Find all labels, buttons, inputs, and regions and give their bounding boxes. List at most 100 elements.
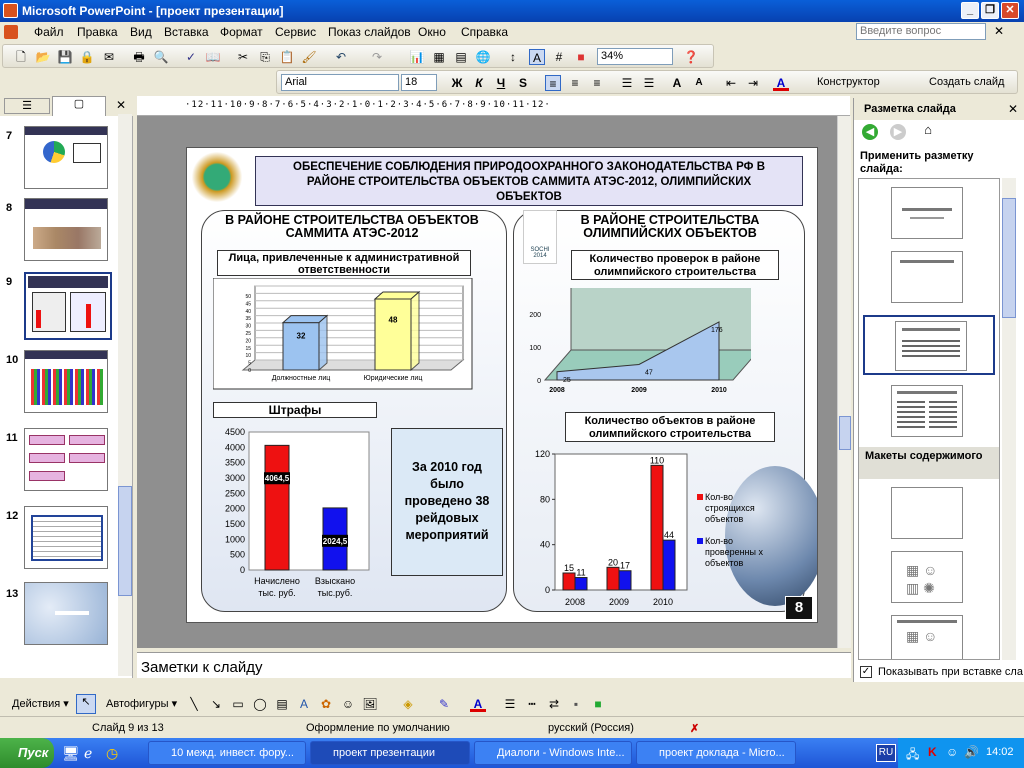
- 3d-style-icon[interactable]: ■: [590, 696, 606, 712]
- email-icon[interactable]: ✉: [101, 49, 117, 65]
- layout-scrollbar[interactable]: [1002, 178, 1016, 660]
- notes-pane[interactable]: Заметки к слайду: [137, 652, 851, 678]
- increase-indent-icon[interactable]: ⇥: [745, 75, 761, 91]
- menu-view[interactable]: Вид: [130, 25, 152, 39]
- dash-style-icon[interactable]: ┅: [524, 696, 540, 712]
- layout-title-content[interactable]: ▦ ☺: [891, 615, 963, 659]
- autoshapes-menu[interactable]: Автофигуры ▾: [106, 697, 177, 710]
- minimize-button[interactable]: _: [961, 2, 979, 19]
- slide-thumbnail[interactable]: [24, 506, 108, 569]
- language-indicator[interactable]: RU: [876, 744, 896, 762]
- textbox-icon[interactable]: ▤: [274, 696, 290, 712]
- forward-icon[interactable]: ▶: [890, 124, 906, 140]
- designer-button[interactable]: Конструктор: [817, 76, 880, 88]
- arrow-icon[interactable]: ↘: [208, 696, 224, 712]
- powerpoint-app-icon[interactable]: [3, 3, 18, 18]
- clipart-icon[interactable]: ☺: [340, 696, 356, 712]
- align-right-icon[interactable]: ≡: [589, 75, 605, 91]
- wordart-icon[interactable]: A: [296, 696, 312, 712]
- align-left-icon[interactable]: ≡: [545, 75, 561, 91]
- messenger-icon[interactable]: ☺: [946, 745, 958, 759]
- increase-font-icon[interactable]: A: [669, 75, 685, 91]
- select-objects-icon[interactable]: ↖: [76, 694, 96, 714]
- network-icon[interactable]: 🖧: [906, 745, 919, 766]
- cut-icon[interactable]: ✂: [235, 49, 251, 65]
- font-size-select[interactable]: 18: [401, 74, 437, 91]
- font-color-icon[interactable]: A: [773, 75, 789, 91]
- line-color-icon[interactable]: ✎: [436, 696, 452, 712]
- slides-tab[interactable]: ▢: [52, 96, 106, 116]
- fill-color-icon[interactable]: ◈: [400, 696, 416, 712]
- slide-thumbnail[interactable]: [24, 350, 108, 413]
- line-style-icon[interactable]: ☰: [502, 696, 518, 712]
- desktop-icon[interactable]: 🖥: [62, 745, 80, 762]
- outline-tab[interactable]: ☰: [4, 98, 50, 114]
- layout-two-column[interactable]: [891, 385, 963, 437]
- task-pane-close[interactable]: ✕: [1008, 102, 1018, 116]
- clock-app-icon[interactable]: ◷: [106, 745, 118, 762]
- shadow-button[interactable]: S: [515, 75, 531, 91]
- layout-title-and-text-selected[interactable]: [863, 315, 995, 375]
- bullets-icon[interactable]: ☰: [641, 75, 657, 91]
- research-icon[interactable]: 📖: [205, 49, 221, 65]
- insert-chart-icon[interactable]: 📊: [409, 49, 425, 65]
- close-window-button[interactable]: ✕: [1001, 2, 1019, 19]
- task-word-doc[interactable]: проект доклада - Micro...: [636, 741, 796, 765]
- color-grayscale-icon[interactable]: ■: [573, 49, 589, 65]
- slide-thumbnail[interactable]: [24, 428, 108, 491]
- close-pane-icon[interactable]: ✕: [116, 98, 126, 112]
- new-slide-button[interactable]: Создать слайд: [929, 76, 1004, 88]
- layout-blank[interactable]: [891, 487, 963, 539]
- show-on-insert-checkbox[interactable]: ✓: [860, 666, 872, 678]
- undo-icon[interactable]: ↶: [333, 49, 349, 65]
- save-icon[interactable]: 💾: [57, 49, 73, 65]
- insert-table-icon[interactable]: ▦: [431, 49, 447, 65]
- font-select[interactable]: Arial: [281, 74, 399, 91]
- ask-question-input[interactable]: Введите вопрос: [856, 23, 986, 40]
- align-center-icon[interactable]: ≡: [567, 75, 583, 91]
- spelling-icon[interactable]: ✓: [183, 49, 199, 65]
- new-icon[interactable]: 🗋: [13, 49, 29, 65]
- zoom-select[interactable]: 34%: [597, 48, 673, 65]
- task-folder[interactable]: 10 межд. инвест. фору...: [148, 741, 306, 765]
- slide-thumbnail-current[interactable]: [24, 272, 112, 340]
- decrease-indent-icon[interactable]: ⇤: [723, 75, 739, 91]
- ie-icon[interactable]: ℯ: [84, 745, 92, 762]
- italic-button[interactable]: К: [471, 75, 487, 91]
- show-formatting-icon[interactable]: A: [529, 49, 545, 65]
- menu-edit[interactable]: Правка: [77, 25, 118, 39]
- volume-icon[interactable]: 🔊: [964, 745, 979, 759]
- menu-slideshow[interactable]: Показ слайдов: [328, 25, 411, 39]
- home-icon[interactable]: ⌂: [918, 122, 938, 140]
- spell-check-icon[interactable]: ✗: [690, 722, 699, 735]
- actions-menu[interactable]: Действия ▾: [12, 697, 69, 710]
- shadow-style-icon[interactable]: ▪: [568, 696, 584, 712]
- slide-canvas[interactable]: ОБЕСПЕЧЕНИЕ СОБЛЮДЕНИЯ ПРИРОДООХРАННОГО …: [186, 147, 818, 623]
- thumbnails-scrollbar[interactable]: [118, 114, 132, 676]
- slide-scrollbar[interactable]: [837, 116, 851, 648]
- menu-format[interactable]: Формат: [220, 25, 263, 39]
- bold-button[interactable]: Ж: [449, 75, 465, 91]
- font-color-draw-icon[interactable]: A: [470, 696, 486, 712]
- picture-icon[interactable]: 🖼: [362, 696, 378, 712]
- hyperlink-icon[interactable]: 🌐: [475, 49, 491, 65]
- help-icon[interactable]: ❓: [683, 49, 699, 65]
- copy-icon[interactable]: ⎘: [257, 49, 273, 65]
- expand-all-icon[interactable]: ↕: [505, 49, 521, 65]
- slide-thumbnail[interactable]: [24, 126, 108, 189]
- document-icon[interactable]: [4, 25, 18, 39]
- diagram-icon[interactable]: ✿: [318, 696, 334, 712]
- menu-file[interactable]: Файл: [34, 25, 64, 39]
- permission-icon[interactable]: 🔒: [79, 49, 95, 65]
- line-icon[interactable]: ╲: [186, 696, 202, 712]
- numbering-icon[interactable]: ☰: [619, 75, 635, 91]
- rectangle-icon[interactable]: ▭: [230, 696, 246, 712]
- decrease-font-icon[interactable]: A: [691, 75, 707, 91]
- menu-help[interactable]: Справка: [461, 25, 508, 39]
- antivirus-icon[interactable]: K: [928, 745, 937, 759]
- close-doc-icon[interactable]: ✕: [994, 24, 1004, 38]
- oval-icon[interactable]: ◯: [252, 696, 268, 712]
- format-painter-icon[interactable]: 🖌: [301, 49, 317, 65]
- tables-borders-icon[interactable]: ▤: [453, 49, 469, 65]
- menu-tools[interactable]: Сервис: [275, 25, 316, 39]
